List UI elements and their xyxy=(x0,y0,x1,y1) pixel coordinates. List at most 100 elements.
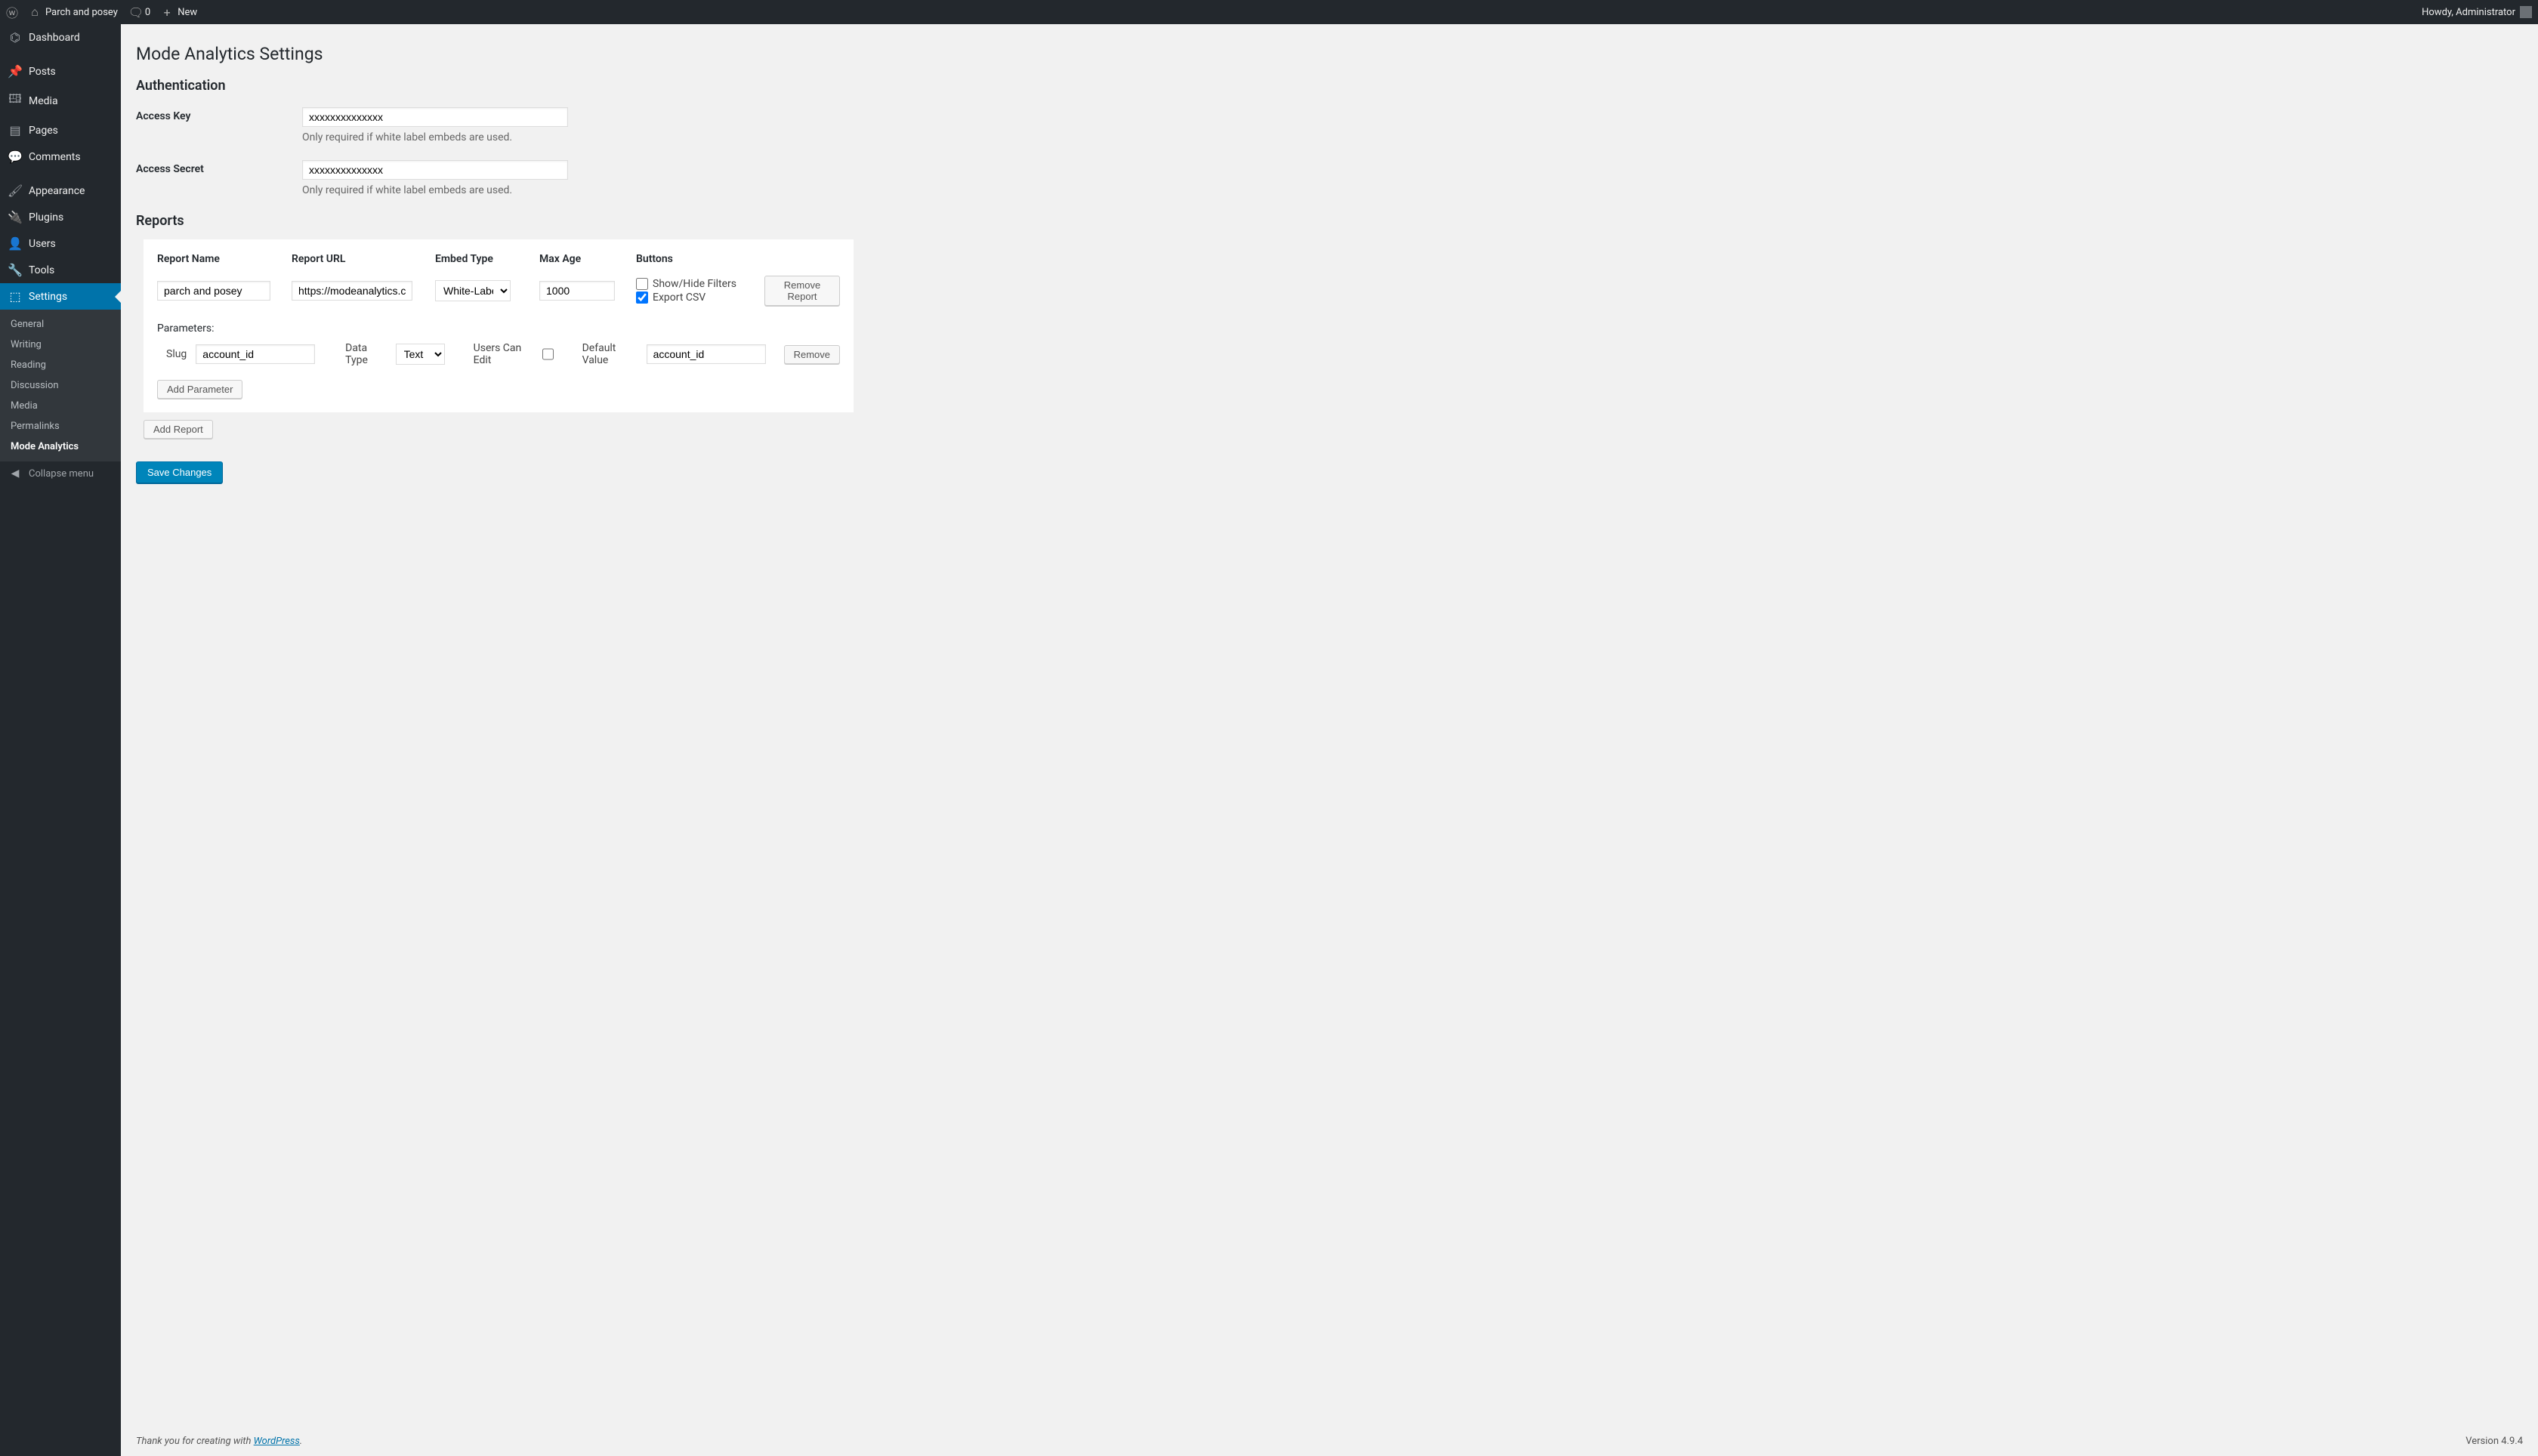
max-age-input[interactable] xyxy=(539,281,615,301)
admin-sidebar: ⌬Dashboard 📌 Posts 🖽Media ▤ Pages 💬 Comment… xyxy=(0,24,121,1456)
pages-icon: ▤ xyxy=(8,123,23,137)
remove-report-button[interactable]: Remove Report xyxy=(764,276,840,306)
howdy-text: Howdy, Administrator xyxy=(2422,7,2515,18)
content: Mode Analytics Settings Authentication A… xyxy=(121,24,2538,1428)
sidebar-item-label: Comments xyxy=(29,151,81,163)
export-csv-checkbox-wrap[interactable]: Export CSV xyxy=(636,292,764,304)
save-changes-button[interactable]: Save Changes xyxy=(136,461,223,483)
sidebar-item-appearance[interactable]: 🖌 Appearance xyxy=(0,177,121,204)
access-secret-input[interactable] xyxy=(302,160,568,180)
sidebar-item-comments[interactable]: 💬 Comments xyxy=(0,143,121,170)
plus-icon: + xyxy=(161,5,173,20)
sidebar-item-pages[interactable]: ▤ Pages xyxy=(0,117,121,143)
report-name-input[interactable] xyxy=(157,281,270,301)
show-hide-filters-label: Show/Hide Filters xyxy=(653,278,736,290)
version-label: Version 4.9.4 xyxy=(2465,1436,2523,1447)
export-csv-label: Export CSV xyxy=(653,292,706,304)
new-label: New xyxy=(178,7,197,18)
comments-link[interactable]: 🗨0 xyxy=(128,5,150,20)
remove-parameter-button[interactable]: Remove xyxy=(784,345,840,364)
col-report-name: Report Name xyxy=(157,253,292,265)
adminbar-left: ⓦ ⌂Parch and posey 🗨0 +New xyxy=(6,3,197,21)
report-header-row: Report Name Report URL Embed Type Max Ag… xyxy=(157,253,840,265)
new-link[interactable]: + New xyxy=(161,5,197,20)
default-value-input[interactable] xyxy=(647,344,766,364)
access-key-row: Access Key Only required if white label … xyxy=(136,107,2523,143)
comment-icon: 🗨 xyxy=(128,5,140,20)
export-csv-checkbox[interactable] xyxy=(636,292,648,304)
sidebar-item-label: Posts xyxy=(29,66,56,78)
main-area: Mode Analytics Settings Authentication A… xyxy=(121,24,2538,1456)
submenu-item-media[interactable]: Media xyxy=(0,396,121,416)
sidebar-item-dashboard[interactable]: ⌬Dashboard xyxy=(0,24,121,51)
parameters-label: Parameters: xyxy=(157,322,840,335)
submenu-item-discussion[interactable]: Discussion xyxy=(0,375,121,396)
collapse-menu[interactable]: ◀Collapse menu xyxy=(0,461,121,486)
dashboard-icon: ⌬ xyxy=(8,30,23,45)
auth-heading: Authentication xyxy=(136,78,2523,94)
sidebar-item-settings[interactable]: ⬚Settings xyxy=(0,283,121,310)
access-secret-label: Access Secret xyxy=(136,160,302,175)
show-hide-filters-checkbox[interactable] xyxy=(636,278,648,290)
users-can-edit-checkbox[interactable] xyxy=(542,348,553,360)
col-report-url: Report URL xyxy=(292,253,435,265)
submenu-item-mode-analytics[interactable]: Mode Analytics xyxy=(0,436,121,457)
access-key-label: Access Key xyxy=(136,107,302,122)
wordpress-icon: ⓦ xyxy=(6,3,18,21)
comments-icon: 💬 xyxy=(8,150,23,164)
col-buttons: Buttons xyxy=(636,253,764,265)
wordpress-link[interactable]: WordPress xyxy=(254,1436,300,1447)
embed-type-select[interactable]: White-Label xyxy=(435,280,511,301)
submenu-item-permalinks[interactable]: Permalinks xyxy=(0,416,121,436)
thanks-prefix: Thank you for creating with xyxy=(136,1436,254,1447)
sidebar-item-label: Plugins xyxy=(29,211,63,224)
sidebar-item-users[interactable]: 👤 Users xyxy=(0,230,121,257)
sidebar-item-media[interactable]: 🖽Media xyxy=(0,85,121,117)
plugins-icon: 🔌 xyxy=(8,210,23,224)
col-max-age: Max Age xyxy=(539,253,636,265)
site-name: Parch and posey xyxy=(45,7,118,18)
appearance-icon: 🖌 xyxy=(8,184,23,198)
slug-input[interactable] xyxy=(196,344,315,364)
access-key-desc: Only required if white label embeds are … xyxy=(302,131,2523,143)
sidebar-item-posts[interactable]: 📌 Posts xyxy=(0,58,121,85)
collapse-label: Collapse menu xyxy=(29,468,94,480)
comments-count: 0 xyxy=(145,7,150,18)
add-report-button[interactable]: Add Report xyxy=(144,420,213,439)
show-hide-filters-checkbox-wrap[interactable]: Show/Hide Filters xyxy=(636,278,764,290)
submenu-item-writing[interactable]: Writing xyxy=(0,335,121,355)
howdy-link[interactable]: Howdy, Administrator xyxy=(2422,6,2532,18)
access-key-input[interactable] xyxy=(302,107,568,127)
home-icon: ⌂ xyxy=(29,5,41,20)
users-can-edit-label: Users Can Edit xyxy=(474,342,534,366)
users-icon: 👤 xyxy=(8,236,23,251)
reports-heading: Reports xyxy=(136,213,2523,229)
page-title: Mode Analytics Settings xyxy=(136,44,2523,64)
sidebar-item-label: Users xyxy=(29,238,56,250)
adminbar: ⓦ ⌂Parch and posey 🗨0 +New Howdy, Admini… xyxy=(0,0,2538,24)
sidebar-item-label: Media xyxy=(29,95,58,107)
sidebar-item-label: Pages xyxy=(29,125,58,137)
sidebar-item-label: Settings xyxy=(29,291,67,303)
adminbar-right: Howdy, Administrator xyxy=(2422,6,2532,18)
submenu-item-reading[interactable]: Reading xyxy=(0,355,121,375)
default-value-label: Default Value xyxy=(582,342,638,366)
report-url-input[interactable] xyxy=(292,281,412,301)
access-secret-desc: Only required if white label embeds are … xyxy=(302,184,2523,196)
parameter-row: Slug Data Type Text Users Can Edit Defau… xyxy=(166,342,840,366)
add-parameter-button[interactable]: Add Parameter xyxy=(157,380,242,399)
thanks-suffix: . xyxy=(300,1436,302,1447)
slug-label: Slug xyxy=(166,348,187,360)
sidebar-item-tools[interactable]: 🔧Tools xyxy=(0,257,121,283)
col-embed-type: Embed Type xyxy=(435,253,539,265)
data-type-label: Data Type xyxy=(345,342,386,366)
access-secret-row: Access Secret Only required if white lab… xyxy=(136,160,2523,196)
data-type-select[interactable]: Text xyxy=(396,344,445,365)
sidebar-item-label: Appearance xyxy=(29,185,85,197)
submenu-item-general[interactable]: General xyxy=(0,314,121,335)
site-link[interactable]: ⌂ Parch and posey xyxy=(29,5,118,20)
posts-icon: 📌 xyxy=(8,64,23,79)
sidebar-item-plugins[interactable]: 🔌 Plugins xyxy=(0,204,121,230)
tools-icon: 🔧 xyxy=(8,263,23,277)
wp-logo[interactable]: ⓦ xyxy=(6,3,18,21)
